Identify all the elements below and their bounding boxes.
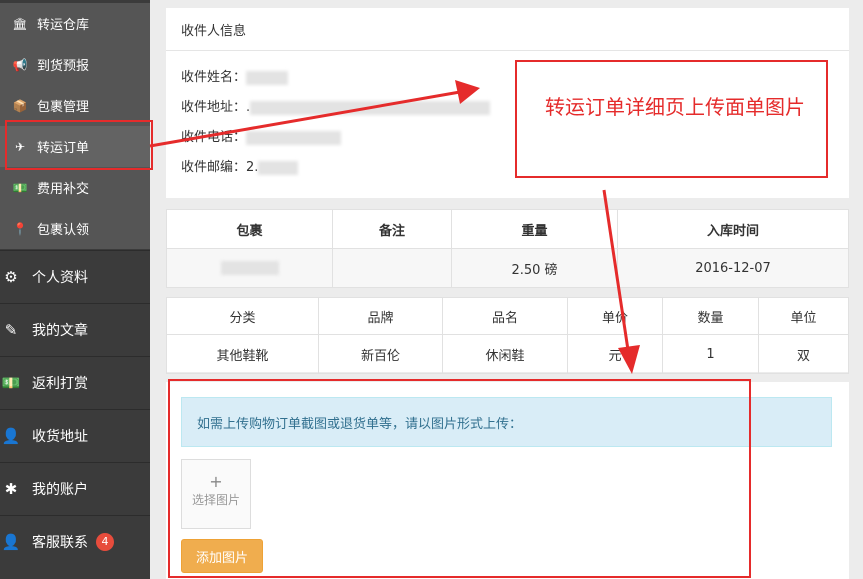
money-icon: 💵	[12, 180, 28, 195]
date-cell: 2016-12-07	[617, 248, 849, 288]
recipient-phone-row: 收件电话：	[181, 126, 342, 145]
weight-cell: 2.50 磅	[451, 248, 618, 288]
column-header: 分类	[166, 297, 319, 335]
remark-cell	[332, 248, 452, 288]
package-table: 包裹 备注 重量 入库时间 2.50 磅 2016-12-07	[166, 209, 849, 288]
annotation-callout: 转运订单详细页上传面单图片	[515, 60, 828, 178]
sidebar-item-label: 包裹认领	[37, 223, 90, 238]
column-header: 重量	[451, 209, 618, 249]
user-icon: 👤	[1, 532, 21, 551]
highlight-box-upload	[168, 379, 751, 578]
cube-icon: 📦	[12, 98, 28, 113]
redacted-value	[246, 130, 342, 145]
sidebar-item-package-claim[interactable]: 📍 包裹认领	[0, 208, 150, 249]
sidebar-item-label: 返利打赏	[32, 375, 88, 392]
table-cell: 元	[567, 334, 663, 374]
redacted-value	[250, 100, 491, 115]
table-cell: 1	[662, 334, 759, 374]
redacted-value	[220, 261, 279, 275]
asterisk-icon: ✱	[4, 479, 18, 498]
package-table-panel: 包裹 备注 重量 入库时间 2.50 磅 2016-12-07	[166, 209, 849, 288]
sidebar-item-label: 客服联系	[32, 534, 88, 551]
goods-table: 分类 品牌 品名 单价 数量 单位 其他鞋靴 新百伦 休闲鞋 元 1 双	[166, 297, 849, 374]
sidebar: 🏛 转运仓库 📢 到货预报 📦 包裹管理 ✈ 转运订单 💵 费用补交 📍 包裹认…	[0, 0, 150, 579]
recipient-zip-row: 收件邮编：2.	[181, 156, 299, 175]
table-cell: 其他鞋靴	[166, 334, 319, 374]
table-cell: 休闲鞋	[442, 334, 568, 374]
sidebar-item-label: 费用补交	[37, 182, 90, 197]
column-header: 单价	[567, 297, 663, 335]
table-row: 其他鞋靴 新百伦 休闲鞋 元 1 双	[166, 334, 849, 374]
sidebar-item-profile[interactable]: ⚙ 个人资料	[0, 250, 150, 302]
table-row: 2.50 磅 2016-12-07	[166, 248, 849, 288]
column-header: 数量	[662, 297, 759, 335]
column-header: 入库时间	[617, 209, 849, 249]
sidebar-item-addresses[interactable]: 👤 收货地址	[0, 409, 150, 461]
sidebar-item-label: 转运仓库	[37, 18, 90, 33]
sidebar-item-rebates[interactable]: 💵 返利打赏	[0, 356, 150, 408]
recipient-name-row: 收件姓名：	[181, 66, 289, 85]
sidebar-item-label: 个人资料	[32, 269, 88, 286]
column-header: 单位	[758, 297, 849, 335]
sidebar-item-label: 我的文章	[32, 322, 88, 339]
table-cell: 双	[758, 334, 849, 374]
redacted-value	[258, 160, 299, 175]
bank-icon: 🏛	[12, 16, 28, 31]
column-header: 包裹	[166, 209, 333, 249]
highlight-box-sidebar	[5, 120, 153, 170]
sidebar-item-warehouse[interactable]: 🏛 转运仓库	[0, 3, 150, 44]
zip-prefix: 2.	[246, 160, 259, 175]
recipient-zip-label: 收件邮编：	[181, 160, 247, 175]
redacted-value	[246, 70, 289, 85]
column-header: 备注	[332, 209, 452, 249]
panel-title: 收件人信息	[166, 8, 849, 51]
sidebar-item-account[interactable]: ✱ 我的账户	[0, 462, 150, 514]
recipient-name-label: 收件姓名：	[181, 70, 247, 85]
edit-icon: ✎	[4, 320, 18, 339]
sidebar-item-fee-payment[interactable]: 💵 费用补交	[0, 167, 150, 208]
sidebar-item-support[interactable]: 👤 客服联系 4	[0, 515, 150, 567]
recipient-phone-label: 收件电话：	[181, 130, 247, 145]
table-cell: 新百伦	[318, 334, 443, 374]
sidebar-item-label: 收货地址	[32, 428, 88, 445]
sidebar-item-label: 到货预报	[37, 59, 90, 74]
recipient-address-row: 收件地址：.	[181, 96, 491, 115]
address-card-icon: 👤	[1, 426, 21, 445]
bullhorn-icon: 📢	[12, 57, 28, 72]
package-id-cell	[166, 248, 333, 288]
sidebar-item-label: 我的账户	[32, 481, 88, 498]
notification-badge: 4	[96, 532, 114, 551]
column-header: 品牌	[318, 297, 443, 335]
recipient-address-label: 收件地址：	[181, 100, 247, 115]
sidebar-item-articles[interactable]: ✎ 我的文章	[0, 303, 150, 355]
gear-icon: ⚙	[4, 267, 18, 286]
money-icon: 💵	[1, 373, 21, 392]
sidebar-item-label: 包裹管理	[37, 100, 90, 115]
sidebar-item-arrival-forecast[interactable]: 📢 到货预报	[0, 44, 150, 85]
goods-table-panel: 分类 品牌 品名 单价 数量 单位 其他鞋靴 新百伦 休闲鞋 元 1 双	[166, 297, 849, 374]
column-header: 品名	[442, 297, 568, 335]
map-marker-icon: 📍	[12, 221, 28, 236]
